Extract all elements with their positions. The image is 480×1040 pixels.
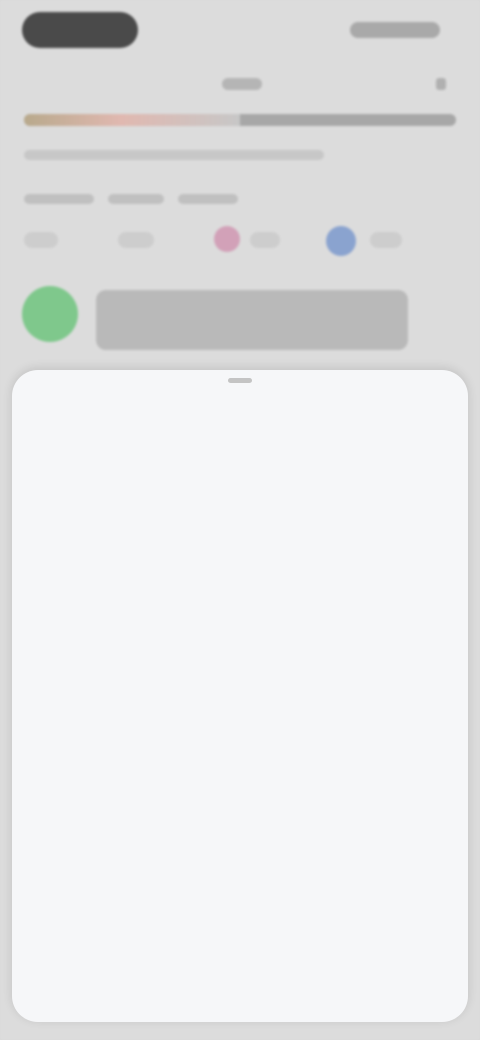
list-item[interactable]: [38, 844, 442, 896]
notice-card: [96, 290, 408, 350]
subtitle-line: [24, 150, 324, 160]
sheet-group-4: [38, 774, 442, 826]
avatar: [22, 286, 78, 342]
header-corner-button[interactable]: [436, 78, 446, 90]
blue-dot-icon: [326, 226, 356, 256]
tab-2[interactable]: [108, 194, 164, 204]
status-pill: [22, 12, 138, 48]
list-item[interactable]: [38, 948, 442, 1000]
chip-1[interactable]: [24, 232, 58, 248]
status-indicators: [350, 22, 440, 38]
chip-2[interactable]: [118, 232, 154, 248]
list-item[interactable]: [38, 578, 442, 630]
list-item[interactable]: [38, 650, 442, 702]
chip-row: [24, 228, 456, 254]
list-item[interactable]: [38, 702, 442, 754]
progress-bar: [24, 114, 456, 126]
list-item[interactable]: [38, 774, 442, 826]
sheet-group-3: [38, 650, 442, 754]
chip-3[interactable]: [250, 232, 280, 248]
bottom-sheet: [12, 370, 468, 1022]
sheet-group-5: [38, 844, 442, 1000]
list-item[interactable]: [38, 896, 442, 948]
list-item[interactable]: [38, 454, 442, 506]
list-item[interactable]: [38, 526, 442, 578]
sheet-group-1: [38, 402, 442, 506]
sheet-grabber[interactable]: [228, 378, 252, 383]
header-center-label: [222, 78, 262, 90]
pink-dot-icon: [214, 226, 240, 252]
chip-4[interactable]: [370, 232, 402, 248]
sheet-group-2: [38, 526, 442, 630]
tab-3[interactable]: [178, 194, 238, 204]
progress-fill: [24, 114, 240, 126]
list-item[interactable]: [38, 402, 442, 454]
tab-1[interactable]: [24, 194, 94, 204]
tab-row: [24, 194, 238, 204]
